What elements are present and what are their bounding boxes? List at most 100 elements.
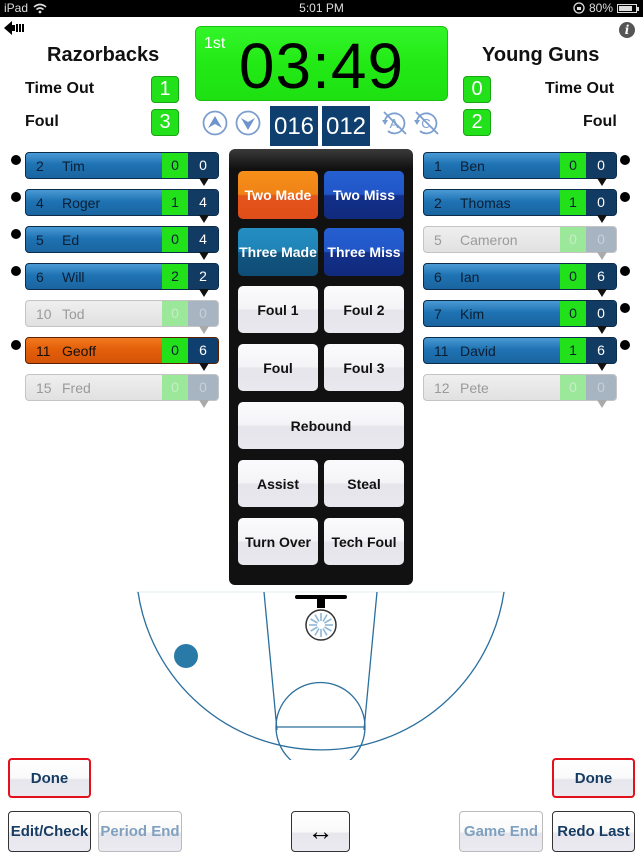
edit-check-button[interactable]: Edit/Check xyxy=(8,811,91,852)
info-button[interactable]: i xyxy=(619,22,635,38)
rebound-button[interactable]: Rebound xyxy=(238,402,404,449)
row-pointer-icon xyxy=(199,289,209,297)
home-foul-count[interactable]: 3 xyxy=(151,109,179,136)
player-points: 0 xyxy=(560,264,586,289)
player-name: Thomas xyxy=(460,195,511,211)
player-number: 4 xyxy=(36,195,44,211)
period-up-button[interactable] xyxy=(202,110,228,136)
player-row[interactable]: 6 Ian 0 6 xyxy=(423,263,617,297)
tech-foul-button[interactable]: Tech Foul xyxy=(324,518,404,565)
player-row[interactable]: 5 Ed 0 4 xyxy=(25,226,219,260)
player-points: 2 xyxy=(162,264,188,289)
player-points: 0 xyxy=(560,227,586,252)
player-row[interactable]: 7 Kim 0 0 xyxy=(423,300,617,334)
clock-disabled-icon: C xyxy=(414,111,439,135)
row-pointer-icon xyxy=(199,252,209,260)
status-bar: iPad 5:01 PM 80% xyxy=(0,0,643,17)
player-row[interactable]: 5 Cameron 0 0 xyxy=(423,226,617,260)
done-right-button[interactable]: Done xyxy=(552,758,635,798)
player-name: Ed xyxy=(62,232,80,248)
auto-toggle-button[interactable]: A xyxy=(380,110,407,136)
player-name: Roger xyxy=(62,195,101,211)
player-fouls: 0 xyxy=(586,227,616,252)
row-pointer-icon xyxy=(597,400,607,408)
on-court-indicator xyxy=(620,192,630,202)
player-fouls: 0 xyxy=(586,190,616,215)
player-row[interactable]: 1 Ben 0 0 xyxy=(423,152,617,186)
period-end-button[interactable]: Period End xyxy=(98,811,182,852)
player-row[interactable]: 4 Roger 1 4 xyxy=(25,189,219,223)
away-team-name: Young Guns xyxy=(482,44,600,66)
player-number: 2 xyxy=(434,195,442,211)
player-fouls: 0 xyxy=(188,301,218,326)
player-points: 0 xyxy=(162,227,188,252)
foul-2-button[interactable]: Foul 2 xyxy=(324,286,404,333)
swap-sides-button[interactable]: ↔ xyxy=(291,811,350,852)
player-number: 7 xyxy=(434,306,442,322)
player-points: 0 xyxy=(162,153,188,178)
player-row[interactable]: 2 Tim 0 0 xyxy=(25,152,219,186)
foul-1-button[interactable]: Foul 1 xyxy=(238,286,318,333)
row-pointer-icon xyxy=(199,215,209,223)
game-clock[interactable]: 1st 03:49 xyxy=(195,26,448,102)
player-number: 6 xyxy=(434,269,442,285)
player-row[interactable]: 10 Tod 0 0 xyxy=(25,300,219,334)
player-fouls: 0 xyxy=(188,153,218,178)
action-panel: Two Made Two Miss Three Made Three Miss … xyxy=(229,149,413,585)
player-name: Fred xyxy=(62,380,91,396)
foul-3-button[interactable]: Foul 3 xyxy=(324,344,404,391)
steal-button[interactable]: Steal xyxy=(324,460,404,507)
player-row[interactable]: 2 Thomas 1 0 xyxy=(423,189,617,223)
player-row[interactable]: 15 Fred 0 0 xyxy=(25,374,219,408)
period-down-button[interactable] xyxy=(235,110,261,136)
player-name: Ben xyxy=(460,158,485,174)
on-court-indicator xyxy=(620,266,630,276)
three-made-button[interactable]: Three Made xyxy=(238,228,318,276)
player-fouls: 4 xyxy=(188,190,218,215)
player-row[interactable]: 6 Will 2 2 xyxy=(25,263,219,297)
player-fouls: 0 xyxy=(586,375,616,400)
row-pointer-icon xyxy=(199,178,209,186)
player-row[interactable]: 12 Pete 0 0 xyxy=(423,374,617,408)
three-miss-button[interactable]: Three Miss xyxy=(324,228,404,276)
player-number: 12 xyxy=(434,380,450,396)
on-court-indicator xyxy=(11,155,21,165)
redo-last-button[interactable]: Redo Last xyxy=(552,811,635,852)
player-name: Will xyxy=(62,269,85,285)
away-foul-label: Foul xyxy=(583,113,617,130)
away-timeout-count[interactable]: 0 xyxy=(463,76,491,103)
two-made-button[interactable]: Two Made xyxy=(238,171,318,219)
player-row[interactable]: 11 Geoff 0 6 xyxy=(25,337,219,371)
player-number: 5 xyxy=(434,232,442,248)
away-foul-count[interactable]: 2 xyxy=(463,109,491,136)
back-button[interactable] xyxy=(4,20,26,36)
game-end-button[interactable]: Game End xyxy=(459,811,543,852)
on-court-indicator xyxy=(620,155,630,165)
turn-over-button[interactable]: Turn Over xyxy=(238,518,318,565)
rim-connector xyxy=(317,598,325,608)
lane-left xyxy=(263,591,278,731)
lane-right xyxy=(363,591,378,731)
player-name: Geoff xyxy=(62,343,96,359)
rotation-lock-icon xyxy=(573,2,585,14)
home-timeout-count[interactable]: 1 xyxy=(151,76,179,103)
player-fouls: 6 xyxy=(586,338,616,363)
player-number: 11 xyxy=(434,343,449,359)
foul-button[interactable]: Foul xyxy=(238,344,318,391)
battery-icon xyxy=(617,3,639,13)
done-left-button[interactable]: Done xyxy=(8,758,91,798)
row-pointer-icon xyxy=(199,326,209,334)
court-diagram[interactable] xyxy=(0,590,643,760)
player-name: Kim xyxy=(460,306,485,322)
player-number: 10 xyxy=(36,306,52,322)
back-arrow-icon xyxy=(4,21,24,35)
player-points: 1 xyxy=(560,190,586,215)
auto-disabled-icon: A xyxy=(382,111,407,135)
two-miss-button[interactable]: Two Miss xyxy=(324,171,404,219)
clock-toggle-button[interactable]: C xyxy=(412,110,439,136)
assist-button[interactable]: Assist xyxy=(238,460,318,507)
player-name: Pete xyxy=(460,380,489,396)
player-number: 15 xyxy=(36,380,52,396)
player-row[interactable]: 11 David 1 6 xyxy=(423,337,617,371)
home-team-name: Razorbacks xyxy=(47,44,160,66)
